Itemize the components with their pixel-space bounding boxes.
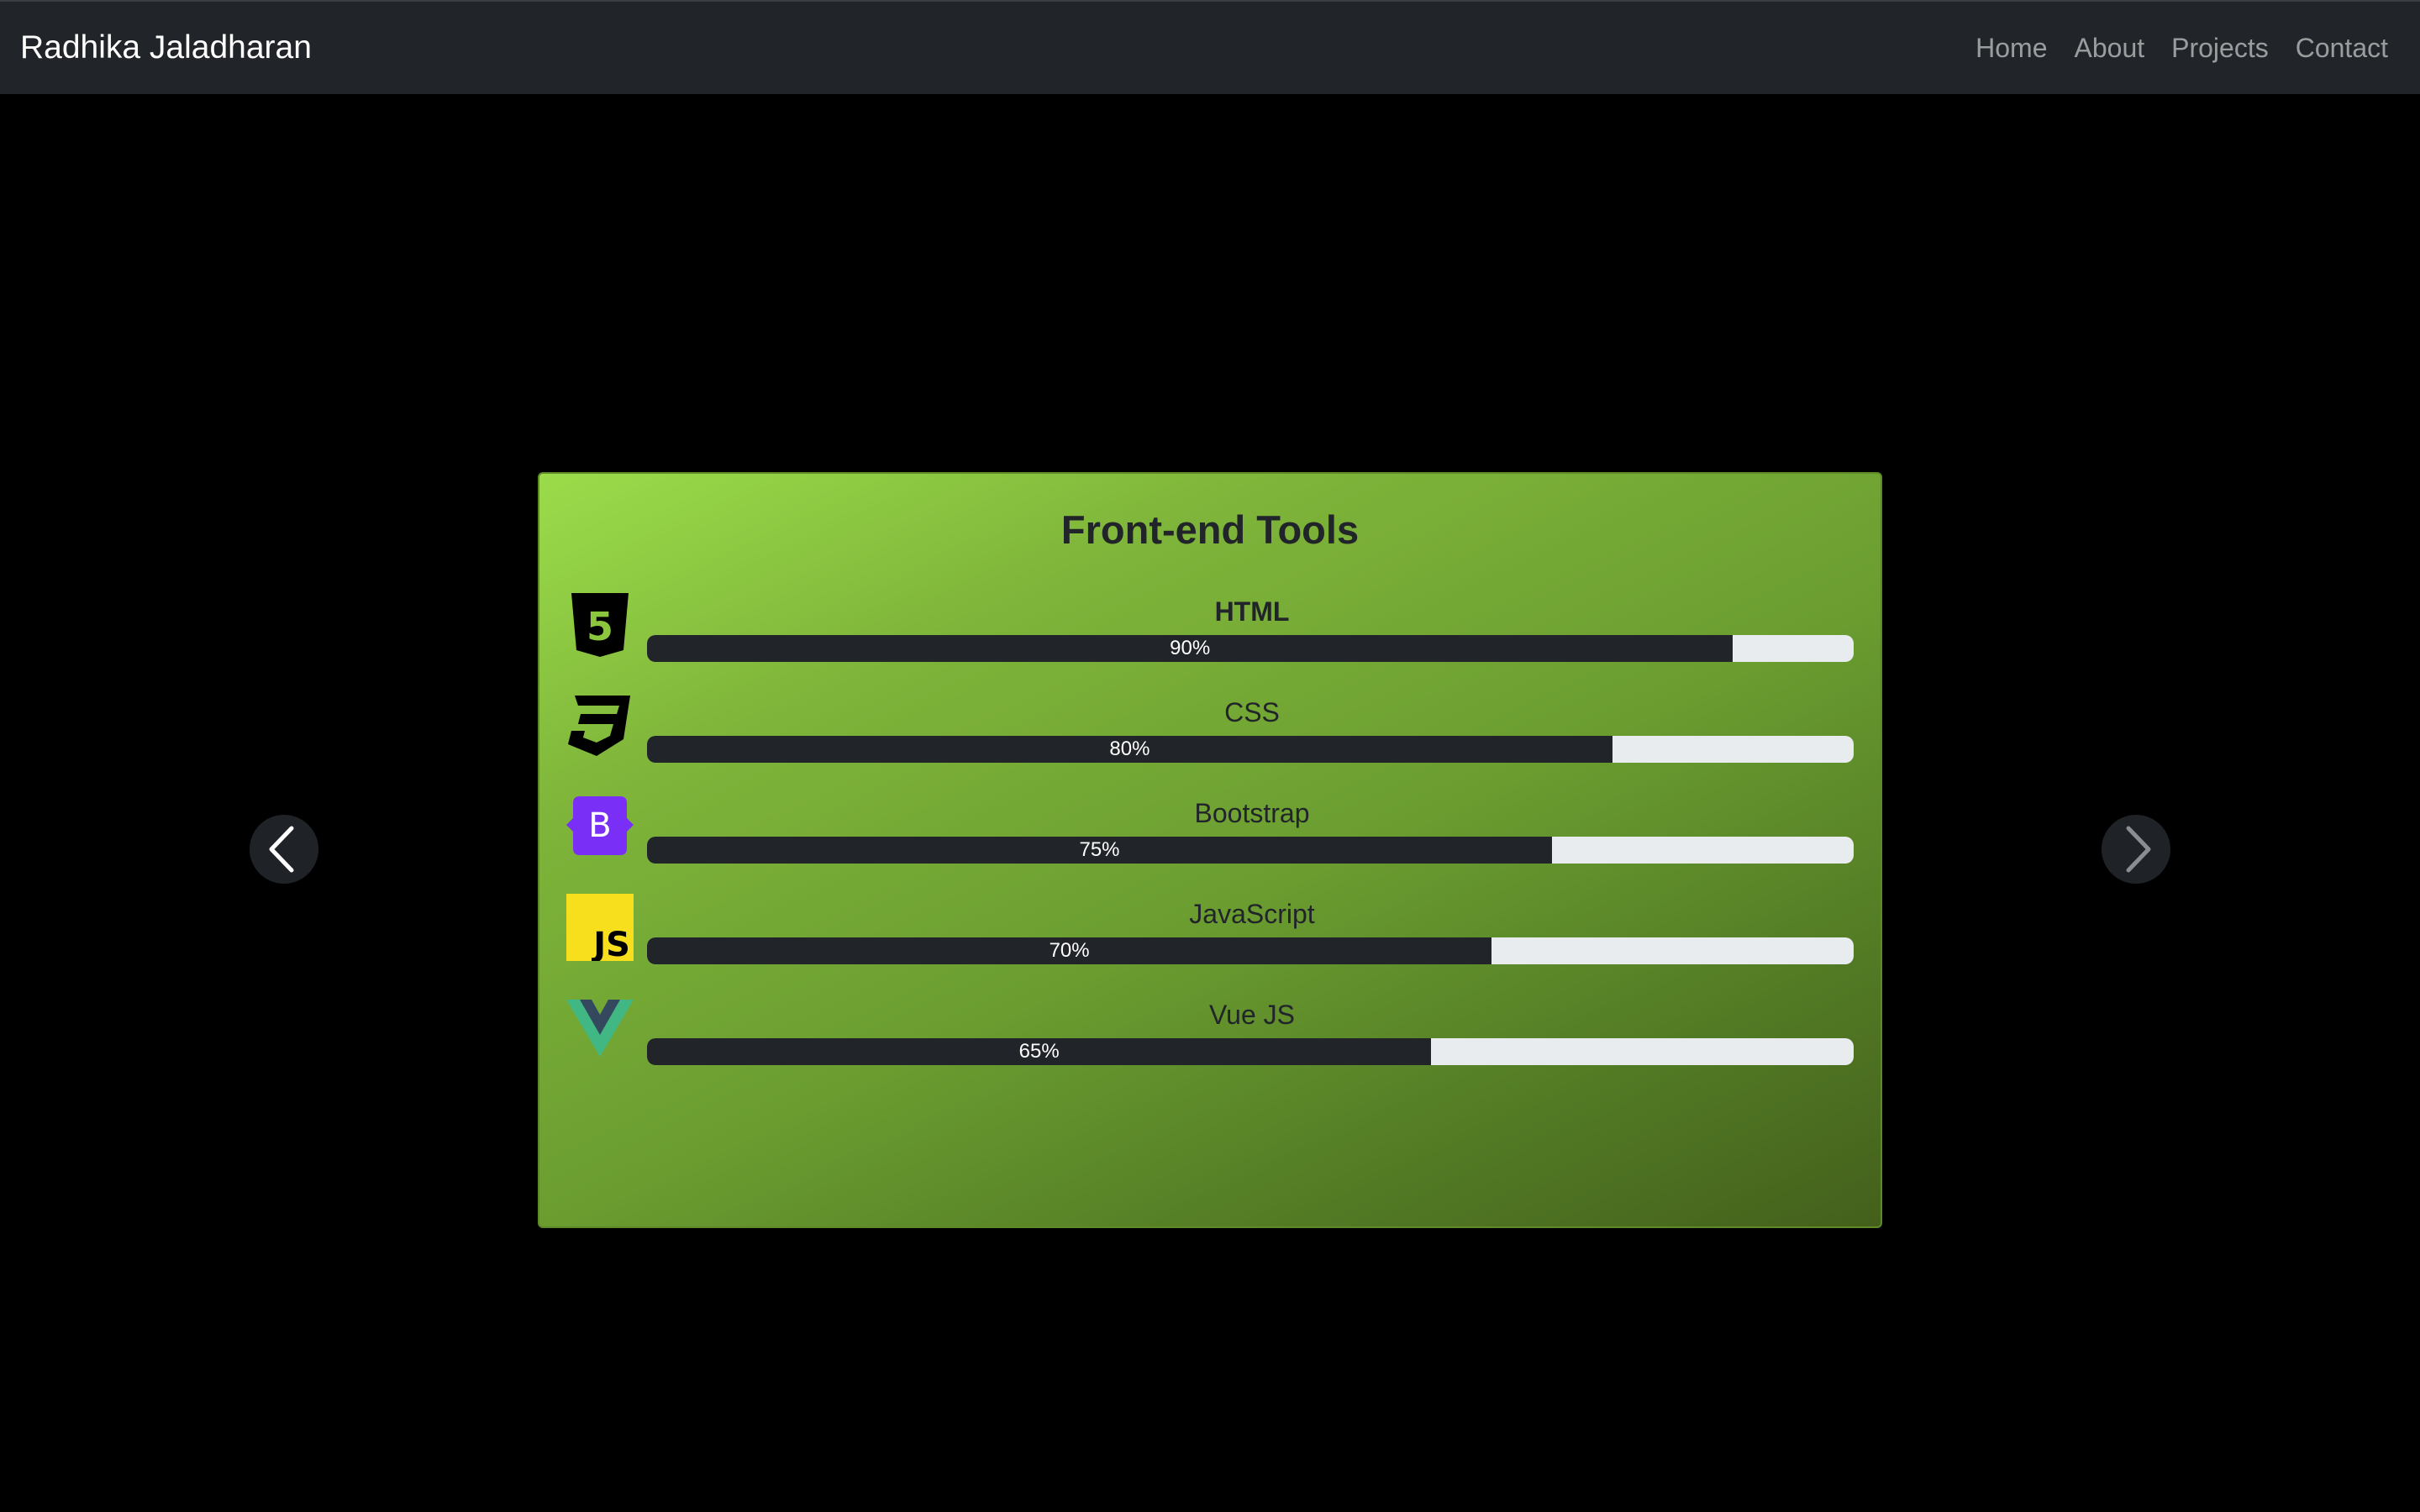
progress-fill-bootstrap: 75% xyxy=(647,837,1552,864)
navbar: Radhika Jaladharan Home About Projects C… xyxy=(0,0,2420,94)
progress-fill-html: 90% xyxy=(647,635,1733,662)
html5-icon-glyph: 5 xyxy=(587,604,613,649)
skill-row-css: CSS 80% xyxy=(566,692,1857,776)
brand-link[interactable]: Radhika Jaladharan xyxy=(20,27,312,69)
nav-link-projects[interactable]: Projects xyxy=(2171,27,2269,69)
vuejs-icon xyxy=(566,1000,634,1057)
javascript-icon: JS xyxy=(566,894,634,961)
skill-label-vuejs: Vue JS xyxy=(1209,1000,1295,1030)
progress-bar-html: 90% xyxy=(647,635,1854,662)
progress-fill-javascript: 70% xyxy=(647,937,1492,964)
html5-icon: 5 xyxy=(571,593,629,657)
skill-label-html: HTML xyxy=(1214,596,1290,627)
progress-bar-vuejs: 65% xyxy=(647,1038,1854,1065)
nav-link-about[interactable]: About xyxy=(2075,27,2145,69)
progress-bar-css: 80% xyxy=(647,736,1854,763)
progress-fill-css: 80% xyxy=(647,736,1612,763)
carousel-prev-button[interactable] xyxy=(250,815,318,884)
progress-bar-javascript: 70% xyxy=(647,937,1854,964)
javascript-icon-glyph: JS xyxy=(591,926,630,961)
progress-fill-vuejs: 65% xyxy=(647,1038,1432,1065)
chevron-right-icon xyxy=(2126,826,2151,873)
skill-row-html: 5 HTML 90% xyxy=(566,591,1857,675)
nav-link-home[interactable]: Home xyxy=(1975,27,2047,69)
chevron-left-icon xyxy=(269,826,294,873)
skill-label-bootstrap: Bootstrap xyxy=(1194,798,1310,828)
skill-row-vuejs: Vue JS 65% xyxy=(566,995,1857,1079)
skill-row-bootstrap: B Bootstrap 75% xyxy=(566,793,1857,877)
nav-links: Home About Projects Contact xyxy=(1949,27,2388,69)
skill-label-css: CSS xyxy=(1224,697,1280,727)
nav-link-contact[interactable]: Contact xyxy=(2296,27,2388,69)
carousel-next-button[interactable] xyxy=(2102,815,2170,884)
skill-label-javascript: JavaScript xyxy=(1189,899,1315,929)
skill-row-javascript: JS JavaScript 70% xyxy=(566,894,1857,978)
bootstrap-icon-glyph: B xyxy=(588,806,611,845)
card-title: Front-end Tools xyxy=(1060,507,1360,552)
bootstrap-icon: B xyxy=(566,796,634,855)
progress-bar-bootstrap: 75% xyxy=(647,837,1854,864)
skills-card: Front-end Tools 5 HTML 90% CSS 80% B Boo… xyxy=(538,472,1882,1228)
css3-icon xyxy=(568,696,630,756)
